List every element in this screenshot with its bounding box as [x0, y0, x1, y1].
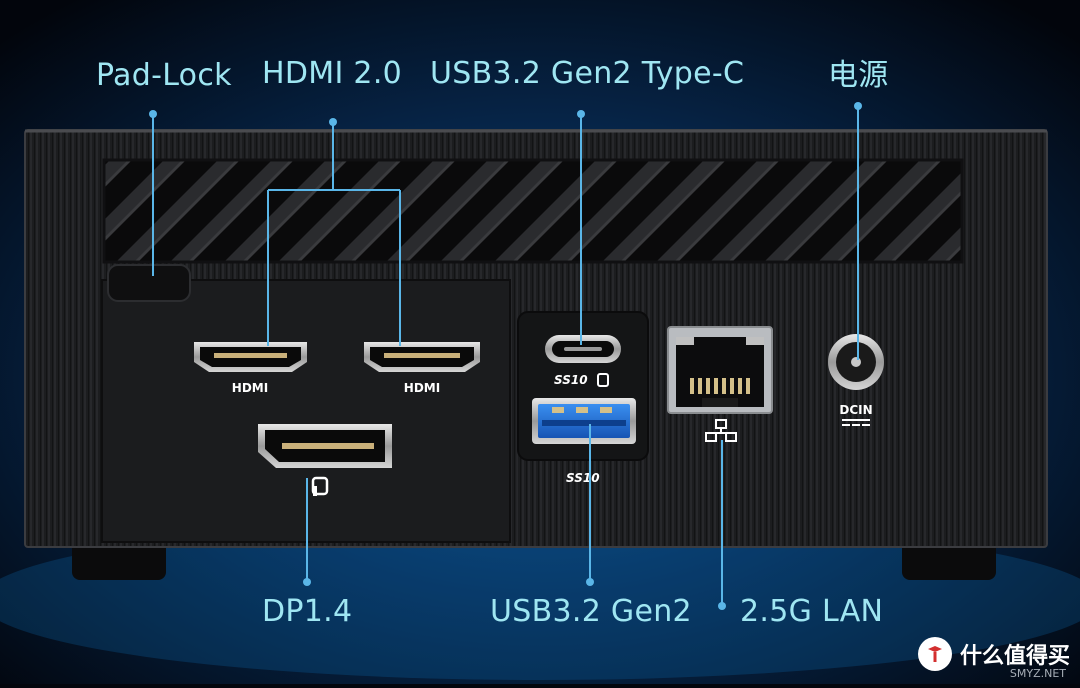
dcin-label: DCIN [839, 403, 872, 417]
watermark-site: SMYZ.NET [1010, 667, 1066, 680]
mini-pc-rear-view: HDMI HDMI SS10 SS10 [0, 0, 1080, 684]
usb-a-label: USB3.2 Gen2 [490, 594, 692, 630]
watermark-text: 什么值得买 [960, 638, 1070, 670]
hdmi-port-2 [364, 342, 480, 372]
usb-c-label: USB3.2 Gen2 Type-C [430, 56, 744, 92]
hdmi-2-port-label: HDMI [404, 381, 440, 395]
watermark-logo-icon [918, 637, 952, 671]
displayport-port [258, 424, 392, 468]
hdmi-1-port-label: HDMI [232, 381, 268, 395]
pad-lock-slot [108, 265, 190, 301]
ss10-c-label: SS10 [554, 373, 588, 387]
usb-c-port [545, 335, 621, 363]
dc-in-port [828, 334, 884, 390]
pad-lock-label: Pad-Lock [96, 58, 232, 94]
power-label: 电源 [828, 58, 889, 94]
hdmi-label: HDMI 2.0 [262, 56, 402, 92]
product-photo: HDMI HDMI SS10 SS10 [0, 0, 1080, 684]
vent-grille [104, 160, 962, 262]
lan-label: 2.5G LAN [740, 594, 883, 630]
lan-port [668, 327, 772, 413]
usb-a-port [532, 398, 636, 444]
hdmi-port-1 [194, 342, 307, 372]
watermark: 什么值得买 SMYZ.NET [918, 632, 1070, 676]
ss10-a-label: SS10 [566, 471, 600, 485]
dp-label: DP1.4 [262, 594, 352, 630]
